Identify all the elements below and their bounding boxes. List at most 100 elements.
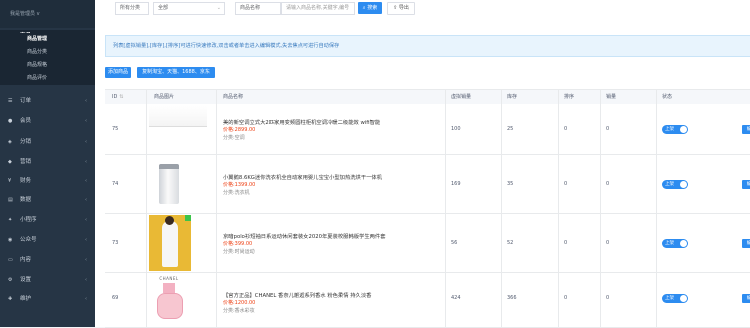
status-toggle[interactable]: 上架 [662,294,688,303]
chevron-down-icon: ⌄ [216,5,221,11]
sidebar-subitem-goods-spec[interactable]: 商品规格 [0,59,95,72]
search-button[interactable]: ⌕ 搜索 [358,2,382,14]
column-divider [501,89,502,327]
virtual-sales-value[interactable]: 424 [451,295,461,301]
sidebar-item-label: 分销 [20,139,32,145]
edit-button[interactable]: 编 [742,294,750,303]
sidebar-item-data[interactable]: ▤ 数据 ‹ [0,194,95,206]
search-placeholder: 请输入商品名称,关键字,编号 [286,5,350,11]
sidebar-item-label: 数据 [20,197,32,203]
chevron-left-icon: ‹ [85,139,87,145]
sidebar-item-order[interactable]: ☰ 订单 ‹ [0,95,95,107]
admin-label[interactable]: 我是管理员 v [10,10,40,17]
sidebar-subitem-goods-review[interactable]: 商品评价 [0,72,95,85]
status-select[interactable]: 全部 ⌄ [153,2,225,15]
sales-value: 0 [606,240,610,246]
doc-icon: ▭ [8,257,13,263]
table-row: 75 美的新空调立式大2匹家用变频圆柱柜机空调冷暖二级能效 wifi智能 价格:… [105,104,750,155]
sidebar-subitem-goods-manage[interactable]: 商品管理 [0,33,95,46]
column-divider [216,89,217,327]
stock-value[interactable]: 366 [507,295,517,301]
product-name[interactable]: 京暗polo衫短袖日系运动休闲套装女2020年夏装校服韩版学生两件套 [223,232,386,240]
row-id: 75 [112,126,119,132]
sidebar-item-miniapp[interactable]: ✦ 小程序 ‹ [0,214,95,226]
chevron-left-icon: ‹ [85,237,87,243]
chevron-left-icon: ‹ [85,178,87,184]
sidebar-item-label: 会员 [20,118,32,124]
search-icon: ⌕ [362,5,366,11]
sidebar-subitem-goods-category[interactable]: 商品分类 [0,46,95,59]
sidebar-subitem-label: 商品管理 [27,36,48,42]
share-icon: ◈ [8,139,12,145]
status-toggle[interactable]: 上架 [662,180,688,189]
sidebar-item-label: 公众号 [20,237,37,243]
table-row: 73 京暗polo衫短袖日系运动休闲套装女2020年夏装校服韩版学生两件套 价格… [105,214,750,273]
virtual-sales-value[interactable]: 169 [451,181,461,187]
filter-toolbar: 所有分类 全部 ⌄ 商品名称 请输入商品名称,关键字,编号 ⌕ 搜索 ⇪ 导出 [95,0,750,20]
search-input[interactable]: 请输入商品名称,关键字,编号 [281,2,355,15]
product-price: 价格:399.00 [223,241,253,247]
status-toggle-label: 上架 [665,241,674,246]
product-name[interactable]: 【官方正品】CHANEL 香奈儿邂逅系列香水 粉色柔情 持久淡香 [223,291,371,299]
sidebar-item-label: 小程序 [20,217,37,223]
sidebar-item-marketing[interactable]: ◆ 营销 ‹ [0,156,95,168]
sidebar-item-settings[interactable]: ⚙ 设置 ‹ [0,274,95,286]
sales-value: 0 [606,126,610,132]
table-row: 74 小翼鹅8.6KG迷你洗衣机全自动家用婴儿宝宝小型加热洗烘干一体机 价格:1… [105,155,750,214]
sidebar-item-label: 维护 [20,296,32,302]
status-toggle[interactable]: 上架 [662,125,688,134]
chevron-left-icon: ‹ [85,159,87,165]
product-name[interactable]: 小翼鹅8.6KG迷你洗衣机全自动家用婴儿宝宝小型加热洗烘干一体机 [223,173,382,181]
product-image-washer [149,162,187,206]
edit-button[interactable]: 编 [742,125,750,134]
virtual-sales-value[interactable]: 56 [451,240,457,246]
category-select-value: 所有分类 [120,5,141,11]
column-header-stock: 库存 [507,94,518,100]
edit-button[interactable]: 编 [742,180,750,189]
sidebar-item-content[interactable]: ▭ 内容 ‹ [0,254,95,266]
status-toggle-label: 上架 [665,127,674,132]
column-divider [445,89,446,327]
wechat-icon: ◉ [8,237,13,243]
sidebar-item-member[interactable]: ● 会员 ‹ [0,115,95,127]
money-icon: ¥ [8,178,12,184]
status-toggle-label: 上架 [665,296,674,301]
copy-goods-button[interactable]: 复制淘宝、天猫、1688、京东 [137,67,215,78]
column-divider [600,89,601,327]
sidebar: 我是管理员 v ▦ 商品 ⌄ 商品管理 商品分类 商品规格 商品评价 ☰订单‹ … [0,0,95,327]
add-goods-button[interactable]: 添加商品 [105,67,131,78]
gift-icon: ◆ [8,159,12,165]
stock-value[interactable]: 35 [507,181,513,187]
field-select[interactable]: 商品名称 [235,2,281,15]
sidebar-item-maintenance[interactable]: ✚ 维护 ‹ [0,293,95,305]
export-button-label: 导出 [398,5,409,11]
sort-value[interactable]: 0 [564,295,567,301]
sidebar-item-distribution[interactable]: ◈ 分销 ‹ [0,136,95,148]
column-header-id[interactable]: ID ⇅ [112,90,124,104]
sidebar-item-official-account[interactable]: ◉ 公众号 ‹ [0,234,95,246]
category-select[interactable]: 所有分类 [115,2,149,15]
order-icon: ☰ [8,98,13,104]
sidebar-subitem-label: 商品评价 [27,75,48,81]
status-toggle[interactable]: 上架 [662,239,688,248]
product-name[interactable]: 美的新空调立式大2匹家用变频圆柱柜机空调冷暖二级能效 wifi智能 [223,118,380,126]
main-content: 所有分类 全部 ⌄ 商品名称 请输入商品名称,关键字,编号 ⌕ 搜索 ⇪ 导出 … [95,0,750,328]
stock-value[interactable]: 25 [507,126,513,132]
sidebar-item-label: 营销 [20,159,32,165]
toggle-knob [680,181,687,188]
gear-icon: ⚙ [8,277,13,283]
sidebar-item-finance[interactable]: ¥ 财务 ‹ [0,175,95,187]
virtual-sales-value[interactable]: 100 [451,126,461,132]
sort-value[interactable]: 0 [564,126,567,132]
chevron-left-icon: ‹ [85,118,87,124]
stock-value[interactable]: 52 [507,240,513,246]
sort-value[interactable]: 0 [564,181,567,187]
column-header-sales: 销量 [606,94,617,100]
status-toggle-label: 上架 [665,182,674,187]
sort-value[interactable]: 0 [564,240,567,246]
edit-button[interactable]: 编 [742,239,750,248]
chevron-left-icon: ‹ [85,197,87,203]
column-header-image: 商品图片 [154,94,175,100]
chevron-left-icon: ‹ [85,98,87,104]
export-button[interactable]: ⇪ 导出 [387,2,415,15]
